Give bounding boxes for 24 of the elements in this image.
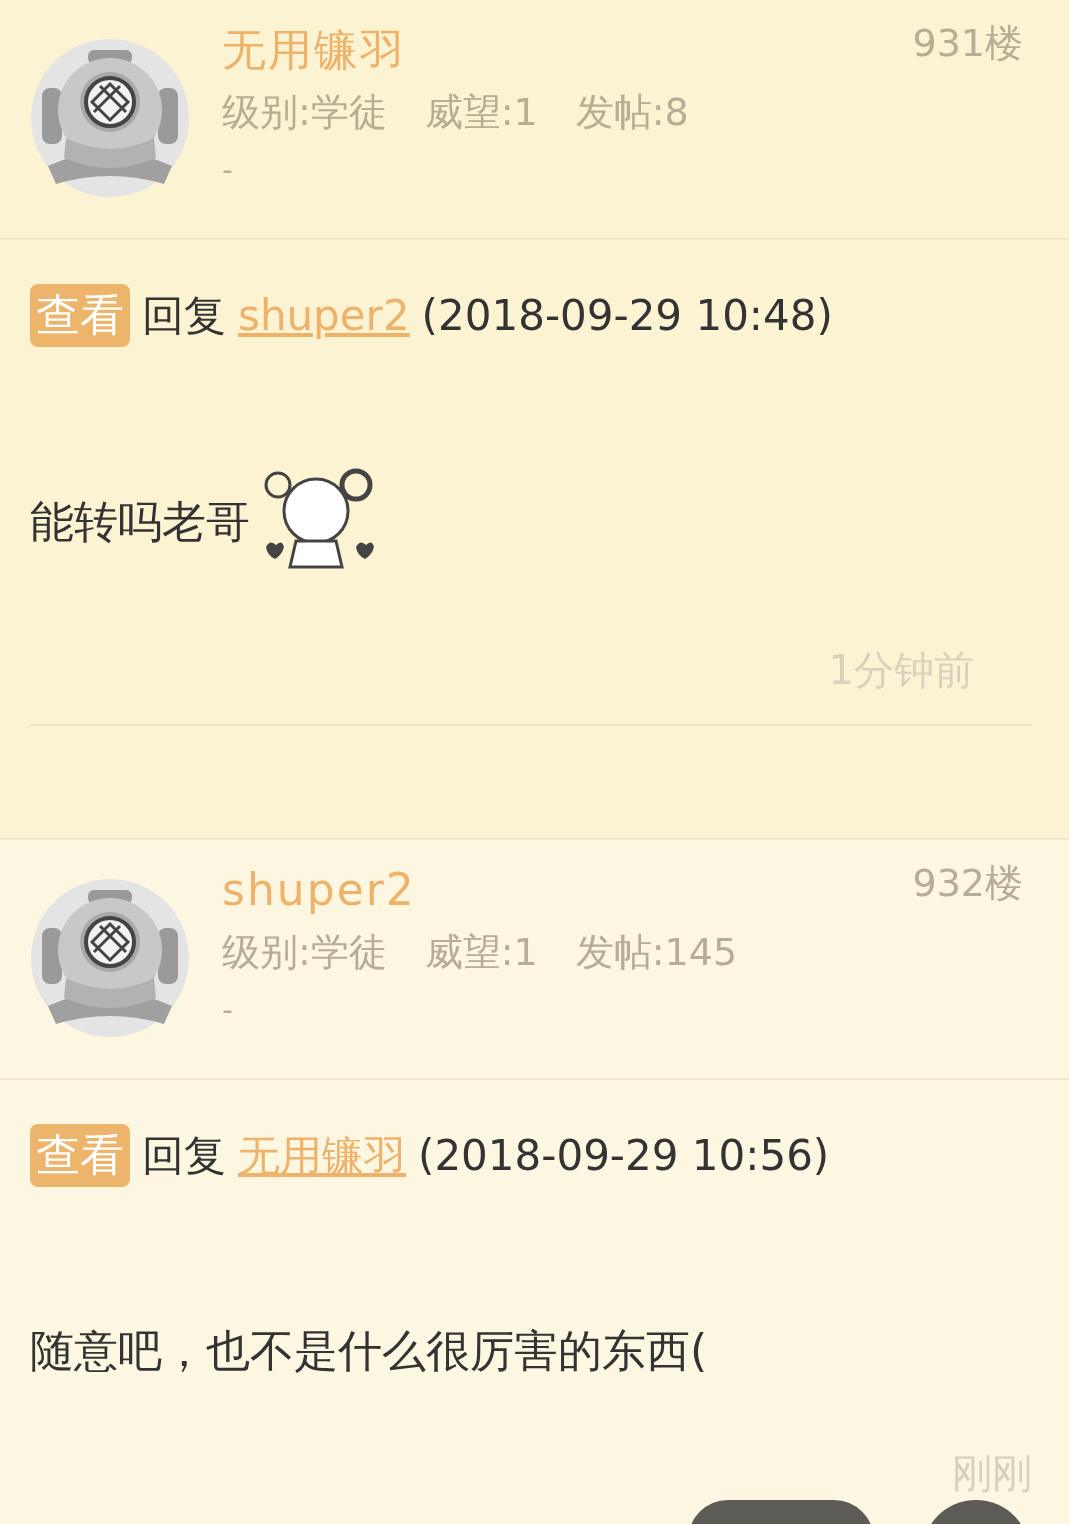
floor-number: 931楼 [912, 20, 1023, 67]
post-text: 随意吧，也不是什么很厉害的东西( [30, 1324, 708, 1378]
user-stat: 威望:1 [424, 929, 538, 976]
user-stat: 威望:1 [424, 89, 538, 136]
user-stat: 级别:学徒 [222, 89, 387, 136]
user-stat: 发帖:145 [575, 929, 738, 976]
signature: - [222, 152, 233, 187]
view-tag[interactable]: 查看 [30, 284, 130, 347]
author-name[interactable]: shuper2 [222, 860, 913, 920]
reply-date: (2018-09-29 10:56) [418, 1131, 830, 1180]
post-text: 能转吗老哥 [30, 494, 250, 549]
user-stat: 发帖:8 [575, 89, 689, 136]
reply-label: 回复 [142, 1129, 226, 1182]
avatar-icon[interactable] [30, 38, 190, 198]
user-stat: 级别:学徒 [222, 929, 387, 976]
reply-user-link[interactable]: 无用镰羽 [238, 1127, 406, 1184]
reply-user-link[interactable]: shuper2 [238, 291, 410, 340]
avatar-icon[interactable] [30, 878, 190, 1038]
floor-number: 932楼 [912, 860, 1023, 907]
reply-date: (2018-09-29 10:48) [421, 291, 833, 340]
view-tag[interactable]: 查看 [30, 1124, 130, 1187]
reply-label: 回复 [142, 289, 226, 342]
signature: - [222, 992, 233, 1027]
author-name[interactable]: 无用镰羽 [222, 20, 913, 80]
